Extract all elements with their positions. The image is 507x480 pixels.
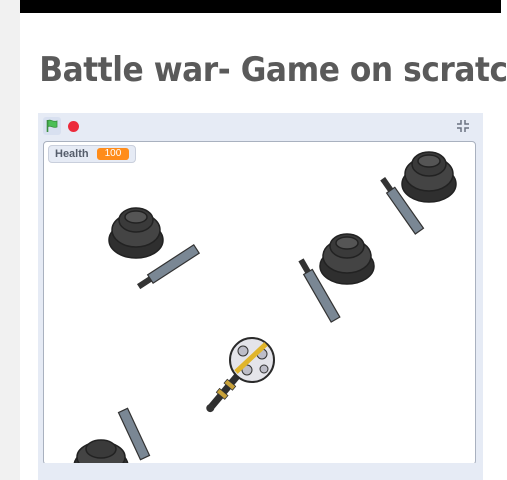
scratch-player: Health 100 — [38, 113, 483, 480]
monitor-value: 100 — [96, 148, 130, 160]
player-mace-icon[interactable] — [192, 332, 282, 422]
enemy-knight-icon[interactable] — [289, 226, 384, 326]
health-monitor: Health 100 — [48, 145, 137, 163]
enemy-knight-icon[interactable] — [106, 200, 206, 295]
green-flag-icon — [46, 119, 58, 132]
page-title: Battle war- Game on scratch — [39, 50, 507, 90]
enemy-knight-icon[interactable] — [371, 148, 471, 243]
stop-icon — [67, 120, 79, 132]
stop-button[interactable] — [64, 117, 82, 135]
monitor-label: Health — [55, 148, 89, 160]
fullscreen-button[interactable] — [454, 117, 472, 135]
enemy-knight-icon[interactable] — [66, 404, 161, 465]
stage[interactable]: Health 100 — [43, 141, 476, 465]
fullscreen-icon — [457, 120, 469, 132]
player-footer — [38, 463, 483, 480]
top-black-bar — [20, 0, 501, 13]
left-margin — [0, 0, 20, 480]
green-flag-button[interactable] — [43, 117, 61, 135]
player-controls — [38, 113, 483, 140]
